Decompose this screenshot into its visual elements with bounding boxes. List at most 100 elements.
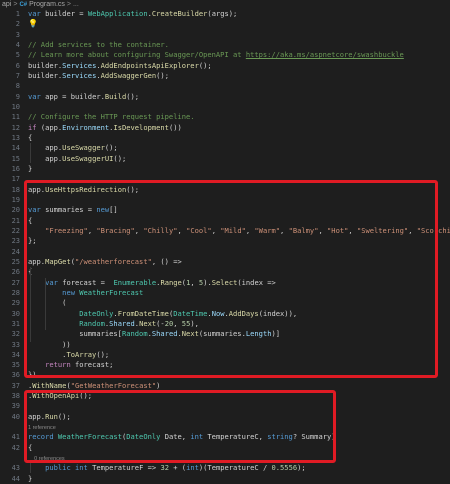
code-token: if [28,122,41,132]
code-token: app. [28,153,63,163]
code-token: Build [104,91,127,101]
code-line[interactable]: } [28,474,450,484]
line-number: 39 [11,402,20,411]
line-number: 28 [11,288,20,297]
line-number: 10 [11,102,20,111]
code-token: TemperatureF => [92,463,161,473]
code-line[interactable]: if (app.Environment.IsDevelopment()) [28,123,450,133]
breadcrumb-file[interactable]: Program.cs [29,1,65,8]
code-line[interactable]: builder.Services.AddEndpointsApiExplorer… [28,61,450,71]
line-number: 38 [11,392,20,401]
code-token: CreateBuilder [151,9,208,18]
code-token: (); [104,143,118,153]
code-token: UseSwagger [62,143,105,153]
line-number: 19 [11,195,20,204]
indent-guide [30,463,31,473]
line-number: 30 [11,309,20,318]
line-number: 11 [11,113,20,122]
code-token: (args); [207,9,238,18]
line-number: 32 [11,330,20,339]
code-token: builder. [28,70,63,80]
code-line[interactable]: 💡 [28,19,450,29]
line-number: 27 [11,278,20,287]
line-number: 17 [11,175,20,184]
code-token: WebApplication [87,9,148,18]
code-token: } [28,163,33,173]
code-token: IsDevelopment [113,122,169,132]
code-token: ); [297,463,306,473]
lightbulb-icon[interactable]: 💡 [28,19,38,28]
code-token: public [45,463,75,473]
code-token: WithName [32,380,67,390]
line-number: 1 [15,10,20,18]
code-token: (app. [40,122,63,132]
code-token: (); [198,60,212,70]
line-number: 6 [15,61,20,70]
line-number: 35 [11,361,20,370]
code-line[interactable]: var builder = WebApplication.CreateBuild… [28,9,450,19]
code-line[interactable]: // Add services to the container. [28,40,450,50]
line-number: 37 [11,381,20,390]
code-token: (); [156,70,169,80]
line-number: 43 [11,464,20,473]
code-token: app. [28,143,63,153]
line-number: 24 [11,247,20,256]
line-number: 2 [15,20,20,29]
code-token: Services [62,60,97,70]
line-number: 42 [11,443,20,452]
code-token: Services [62,70,97,80]
breadcrumb: api > C# Program.cs > ... [0,0,450,9]
line-number: 14 [11,144,20,153]
breadcrumb-more[interactable]: > ... [67,1,79,8]
line-number: 12 [11,123,20,132]
code-line[interactable]: public int TemperatureF => 32 + (int)(Te… [28,463,450,473]
code-line[interactable]: { [28,133,450,143]
line-number: 41 [11,433,20,442]
code-line[interactable]: // Configure the HTTP request pipeline. [28,112,450,122]
csharp-file-icon: C# [19,1,28,8]
code-token: // Add services to the container. [28,39,169,49]
breadcrumb-project[interactable]: api [2,1,11,8]
code-token: ) [156,380,161,390]
line-number: 34 [11,350,20,359]
code-line[interactable] [28,81,450,91]
code-token: ()) [168,122,182,132]
line-number: 29 [11,299,20,308]
code-line[interactable]: // Learn more about configuring Swagger/… [28,50,450,60]
code-token: 0.5556 [271,463,298,473]
code-token: + ( [168,463,187,473]
code-line[interactable]: app.UseSwaggerUI(); [28,154,450,164]
line-number-gutter: 1 2 3 4 5 6 7 8 9 10 11 12 13 14 15 16 17 18 19 20 21 22 23 24 2… [0,9,22,484]
line-number: 36 [11,371,20,380]
code-token: )(TemperatureC / [198,463,272,473]
code-line[interactable] [28,30,450,40]
line-number: 26 [11,268,20,277]
line-number: 44 [11,474,20,483]
code-line[interactable] [28,102,450,112]
code-token: UseSwaggerUI [62,153,114,163]
line-number: 25 [11,257,20,266]
code-token: app = builder. [45,91,105,101]
code-token: (); [126,91,140,101]
line-number: 15 [11,154,20,163]
code-editor[interactable]: 1 2 3 4 5 6 7 8 9 10 11 12 13 14 15 16 17 18 19 20 21 22 23 24 2… [0,9,450,483]
line-number: 33 [11,340,20,349]
line-number: 8 [15,82,20,91]
code-line[interactable]: app.UseSwagger(); [28,143,450,153]
code-token: // Learn more about configuring Swagger/… [28,50,246,60]
code-line[interactable]: var app = builder.Build(); [28,92,450,102]
line-number: 31 [11,319,20,328]
line-number: 20 [11,206,20,215]
code-token: AddEndpointsApiExplorer [100,60,199,70]
code-token: int [186,463,199,473]
line-number: 7 [15,71,20,80]
code-line[interactable]: builder.Services.AddSwaggerGen(); [28,71,450,81]
code-line[interactable]: } [28,164,450,174]
line-number [0,422,22,432]
code-token: AddSwaggerGen [100,70,157,80]
line-number: 40 [11,412,20,421]
line-number: 4 [15,40,20,49]
code-token: https://aka.ms/aspnetcore/swashbuckle [245,50,404,60]
indent-guide [30,143,31,163]
code-token: int [75,463,93,473]
